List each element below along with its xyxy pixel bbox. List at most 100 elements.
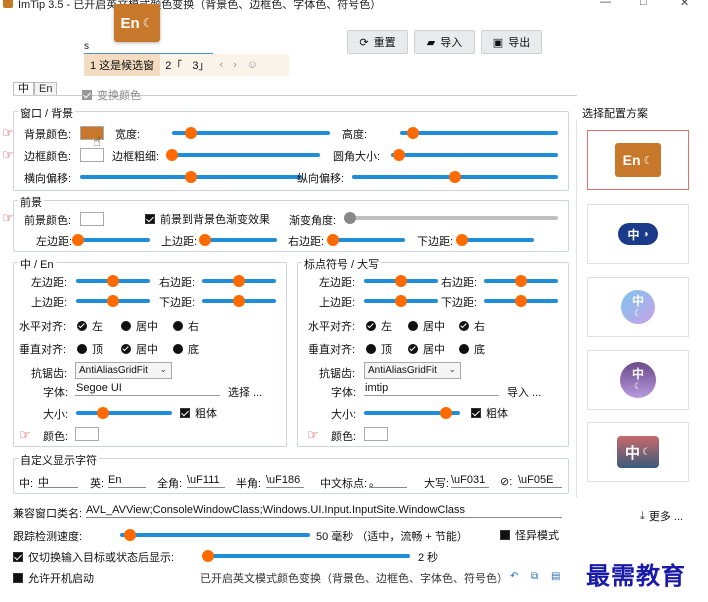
punct-left-slider[interactable] [364, 274, 438, 288]
scheme-text-4: 中 [631, 367, 644, 381]
minimize-icon[interactable]: — [600, 0, 611, 8]
zh-color-swatch[interactable] [75, 427, 99, 441]
only-show-checkbox[interactable]: 仅切换输入目标或状态后显示: [13, 549, 174, 565]
fg-top-slider[interactable] [199, 233, 277, 247]
scheme-preview-2: 中 ◑ [618, 223, 658, 245]
char-zh-input[interactable]: 中 [38, 474, 78, 488]
zh-v-align-top[interactable]: 顶 [77, 341, 103, 357]
punct-v-align-middle[interactable]: 居中 [408, 341, 445, 357]
scheme-card-4[interactable]: 中 ☾ [587, 350, 689, 410]
scheme-card-1[interactable]: En ☾ [587, 130, 689, 190]
compat-input[interactable]: AVL_AVView;ConsoleWindowClass;Windows.UI… [86, 504, 562, 518]
paste-icon[interactable]: ▤ [551, 571, 560, 582]
export-button[interactable]: ▣ 导出 [481, 30, 542, 54]
pointing-hand-icon: ☞ [2, 125, 14, 140]
zh-font-field[interactable]: Segoe UI [75, 382, 220, 396]
char-disabled-input[interactable]: \uF05E [518, 474, 562, 488]
candidate-item-3[interactable]: 3」 [187, 57, 214, 73]
tab-zh[interactable]: 中 [13, 82, 34, 96]
h-offset-slider[interactable] [80, 170, 302, 184]
zh-bold-checkbox[interactable]: 粗体 [180, 405, 217, 421]
width-slider[interactable] [172, 126, 330, 140]
import-button[interactable]: ▰ 导入 [414, 30, 475, 54]
fg-right-slider[interactable] [327, 233, 405, 247]
autostart-checkbox[interactable]: 允许开机启动 [13, 570, 94, 586]
punct-font-field[interactable]: imtip [364, 382, 499, 396]
zh-bottom-slider[interactable] [202, 294, 276, 308]
radio-checked-icon [121, 344, 131, 354]
punct-size-slider[interactable] [364, 406, 460, 420]
reset-button[interactable]: ⟳ 重置 [347, 30, 408, 54]
border-color-swatch[interactable] [80, 148, 104, 162]
candidate-item-2[interactable]: 2「 [160, 57, 187, 73]
punct-v-align-label: 垂直对齐: [308, 344, 356, 356]
zh-h-align-center[interactable]: 居中 [121, 318, 158, 334]
char-half-label: 半角: [236, 478, 262, 490]
maximize-icon[interactable]: □ [640, 0, 647, 8]
char-full-input[interactable]: \uF111 [187, 474, 225, 488]
char-en-input[interactable]: En [108, 474, 146, 488]
fg-top-label: 上边距: [161, 236, 198, 248]
more-schemes-link[interactable]: ⤓ 更多 ... [640, 508, 683, 524]
zh-top-slider[interactable] [76, 294, 150, 308]
tab-en[interactable]: En [34, 82, 58, 96]
punct-import-font-link[interactable]: 导入 ... [507, 384, 541, 400]
punct-bottom-slider[interactable] [484, 294, 558, 308]
ime-status-badge[interactable]: En ☾ [114, 4, 160, 42]
char-half-input[interactable]: \uF186 [266, 474, 304, 488]
candidate-item-1[interactable]: 1 这是候选窗 [84, 54, 161, 76]
zh-v-align-bottom[interactable]: 底 [173, 341, 199, 357]
radius-slider[interactable] [391, 148, 558, 162]
height-slider[interactable] [400, 126, 558, 140]
close-icon[interactable]: ✕ [680, 0, 689, 9]
zh-en-legend: 中 / En [18, 256, 56, 272]
fg-bottom-slider[interactable] [456, 233, 534, 247]
weird-mode-checkbox[interactable]: 怪异模式 [500, 527, 559, 543]
ime-preview-input[interactable]: s [84, 41, 213, 54]
punct-bold-checkbox[interactable]: 粗体 [471, 405, 508, 421]
punct-right-slider[interactable] [484, 274, 558, 288]
punct-h-align-center[interactable]: 居中 [408, 318, 445, 334]
zh-aa-select[interactable]: AntiAliasGridFit ⌄ [75, 362, 172, 379]
scheme-card-3[interactable]: 中 ☾ [587, 277, 689, 337]
scheme-card-2[interactable]: 中 ◑ [587, 204, 689, 264]
zh-h-align-left[interactable]: 左 [77, 318, 103, 334]
punct-h-align-right[interactable]: 右 [459, 318, 485, 334]
next-page-icon[interactable]: › [228, 59, 242, 71]
only-show-value: 2 秒 [418, 552, 439, 564]
punct-aa-select[interactable]: AntiAliasGridFit ⌄ [364, 362, 461, 379]
zh-v-align-middle[interactable]: 居中 [121, 341, 158, 357]
char-punct-input[interactable]: 。 [369, 474, 407, 488]
emoji-icon[interactable]: ☺ [242, 59, 263, 71]
v-offset-slider[interactable] [352, 170, 558, 184]
zh-h-align-right[interactable]: 右 [173, 318, 199, 334]
punct-v-align-top[interactable]: 顶 [366, 341, 392, 357]
punct-top-slider[interactable] [364, 294, 438, 308]
zh-left-slider[interactable] [76, 274, 150, 288]
scheme-card-5[interactable]: 中 ☾ [587, 422, 689, 482]
punct-v-align-bottom[interactable]: 底 [459, 341, 485, 357]
punct-color-swatch[interactable] [364, 427, 388, 441]
gradient-checkbox[interactable]: 前景到背景色渐变效果 [145, 211, 270, 227]
zh-bold-label: 粗体 [195, 408, 217, 420]
gradient-angle-slider[interactable] [344, 211, 558, 225]
half-moon-icon: ◑ [642, 228, 649, 240]
char-caps-input[interactable]: \uF031 [451, 474, 489, 488]
scheme-preview-3: 中 ☾ [621, 290, 655, 324]
transform-color-checkbox[interactable]: 变换颜色 [82, 87, 141, 103]
zh-right-slider[interactable] [202, 274, 276, 288]
fg-left-slider[interactable] [72, 233, 150, 247]
punct-aa-value: AntiAliasGridFit [368, 365, 437, 376]
tracking-slider[interactable] [120, 528, 310, 542]
only-show-slider[interactable] [202, 549, 410, 563]
punct-h-align-left[interactable]: 左 [366, 318, 392, 334]
gradient-angle-label: 渐变角度: [289, 215, 337, 227]
zh-size-slider[interactable] [76, 406, 172, 420]
fg-color-swatch[interactable] [80, 212, 104, 226]
undo-icon[interactable]: ↶ [510, 571, 518, 582]
copy-icon[interactable]: ⧉ [531, 571, 538, 582]
zh-choose-font-link[interactable]: 选择 ... [228, 384, 262, 400]
prev-page-icon[interactable]: ‹ [214, 59, 228, 71]
border-width-slider[interactable] [166, 148, 320, 162]
app-icon [3, 0, 13, 8]
